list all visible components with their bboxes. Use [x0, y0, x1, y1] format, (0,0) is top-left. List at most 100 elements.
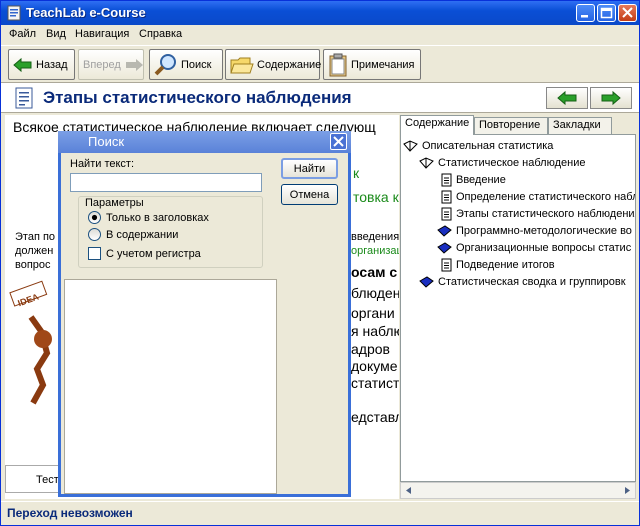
status-bar: Переход невозможен	[1, 501, 639, 525]
content-fragment: вопрос	[15, 259, 51, 271]
minimize-icon	[581, 15, 588, 18]
find-text-input[interactable]	[70, 173, 262, 192]
tab-bookmarks[interactable]: Закладки	[548, 117, 612, 134]
content-line-2: товка к	[353, 189, 399, 205]
minimize-button[interactable]	[576, 4, 595, 22]
radio-content[interactable]	[88, 228, 101, 241]
sidebar-tabs: Содержание Повторение Закладки	[400, 115, 636, 135]
content-line: докуме	[351, 358, 398, 374]
maximize-icon	[600, 7, 613, 19]
tree-item[interactable]: Программно-методологические во	[437, 222, 632, 239]
content-line: блюдени	[351, 285, 399, 301]
prev-page-button[interactable]	[546, 87, 588, 109]
folder-icon	[230, 57, 254, 73]
horizontal-scrollbar[interactable]	[400, 482, 636, 499]
tree-item-label: Описательная статистика	[422, 139, 554, 152]
test-tab-label: Тест	[36, 474, 59, 486]
tree-item[interactable]: Статистическое наблюдение	[419, 154, 585, 171]
content-line-1: к	[353, 165, 360, 181]
page-icon	[441, 190, 452, 203]
sidebar: Содержание Повторение Закладки Описатель…	[400, 115, 636, 499]
tree-item[interactable]: Этапы статистического наблюдения	[441, 205, 636, 222]
tree-item[interactable]: Введение	[441, 171, 506, 188]
tree-item-label: Организационные вопросы статис	[456, 241, 632, 254]
tree-item[interactable]: Статистическая сводка и группировк	[419, 273, 626, 290]
radio-headings-label: Только в заголовках	[106, 212, 209, 224]
title-bar[interactable]: TeachLab e-Course	[1, 1, 639, 25]
app-window: TeachLab e-Course Файл Вид Навигация Спр…	[0, 0, 640, 526]
magnifier-icon	[154, 53, 176, 75]
menu-file[interactable]: Файл	[9, 28, 36, 40]
dialog-close-button[interactable]	[330, 133, 347, 150]
book-open-icon	[403, 139, 418, 152]
cancel-button[interactable]: Отмена	[281, 184, 338, 205]
close-button[interactable]	[618, 4, 637, 22]
tree-item[interactable]: Определение статистического набл	[441, 188, 636, 205]
tree-item[interactable]: Подведение итогов	[441, 256, 555, 273]
arrow-left-icon	[557, 90, 577, 106]
tree-item[interactable]: Организационные вопросы статис	[437, 239, 631, 256]
page-title: Этапы статистического наблюдения	[43, 88, 352, 107]
find-text-label: Найти текст:	[70, 158, 135, 170]
tab-contents[interactable]: Содержание	[400, 115, 474, 135]
page-icon	[441, 258, 452, 271]
contents-tree: Описательная статистика Статистическое н…	[400, 134, 636, 482]
back-label: Назад	[36, 58, 68, 71]
contents-button[interactable]: Содержание	[225, 49, 322, 80]
menu-bar: Файл Вид Навигация Справка	[1, 25, 639, 45]
book-closed-icon	[437, 241, 452, 254]
radio-content-label: В содержании	[106, 229, 179, 241]
case-checkbox[interactable]	[88, 247, 101, 260]
content-line: органи	[351, 305, 395, 321]
dialog-title-bar[interactable]: Поиск	[58, 131, 351, 153]
notes-label: Примечания	[351, 58, 415, 71]
menu-view[interactable]: Вид	[46, 28, 66, 40]
next-page-button[interactable]	[590, 87, 632, 109]
app-icon	[7, 5, 21, 21]
tree-item[interactable]: Описательная статистика	[403, 137, 553, 154]
tree-item-label: Определение статистического набл	[456, 190, 636, 203]
window-title: TeachLab e-Course	[26, 5, 146, 20]
find-button[interactable]: Найти	[281, 158, 338, 179]
content-fragment: организац	[351, 245, 399, 257]
contents-label: Содержание	[257, 58, 322, 71]
tab-bookmarks-label: Закладки	[553, 119, 601, 131]
page-icon	[15, 87, 33, 109]
menu-navigation[interactable]: Навигация	[75, 28, 129, 40]
arrow-right-icon	[125, 58, 143, 71]
scroll-right-icon[interactable]	[620, 484, 634, 497]
page-icon	[441, 173, 452, 186]
forward-label: Вперед	[83, 58, 121, 71]
close-icon	[622, 7, 633, 18]
menu-help[interactable]: Справка	[139, 28, 182, 40]
forward-button[interactable]: Вперед	[78, 49, 144, 80]
notes-button[interactable]: Примечания	[323, 49, 421, 80]
toolbar: Назад Вперед Поиск Содержание Примечания	[1, 45, 639, 83]
back-button[interactable]: Назад	[8, 49, 75, 80]
tree-item-label: Введение	[456, 173, 506, 186]
idea-illustration: IDEA	[9, 280, 52, 405]
tree-item-label: Подведение итогов	[456, 258, 555, 271]
test-tab[interactable]: Тест	[5, 465, 65, 493]
radio-headings[interactable]	[88, 211, 101, 224]
tab-contents-label: Содержание	[405, 117, 470, 129]
book-closed-icon	[437, 224, 452, 237]
content-fragment: Этап по	[15, 231, 56, 243]
arrow-left-icon	[13, 57, 32, 72]
params-label: Параметры	[83, 197, 146, 209]
radio-dot-icon	[91, 214, 98, 221]
tab-review[interactable]: Повторение	[474, 117, 548, 134]
content-bold-heading: осам с	[351, 264, 398, 280]
maximize-button[interactable]	[597, 4, 616, 22]
tree-item-label: Программно-методологические во	[456, 224, 632, 237]
search-button[interactable]: Поиск	[149, 49, 223, 80]
search-results-list[interactable]	[64, 279, 277, 494]
tree-item-label: Статистическое наблюдение	[438, 156, 586, 169]
arrow-right-icon	[601, 90, 621, 106]
case-checkbox-label: С учетом регистра	[106, 248, 201, 260]
page-header: Этапы статистического наблюдения	[1, 83, 639, 113]
content-fragment: введения,	[351, 231, 399, 243]
tree-item-label: Этапы статистического наблюдения	[456, 207, 636, 220]
tab-review-label: Повторение	[479, 119, 541, 131]
scroll-left-icon[interactable]	[402, 484, 416, 497]
